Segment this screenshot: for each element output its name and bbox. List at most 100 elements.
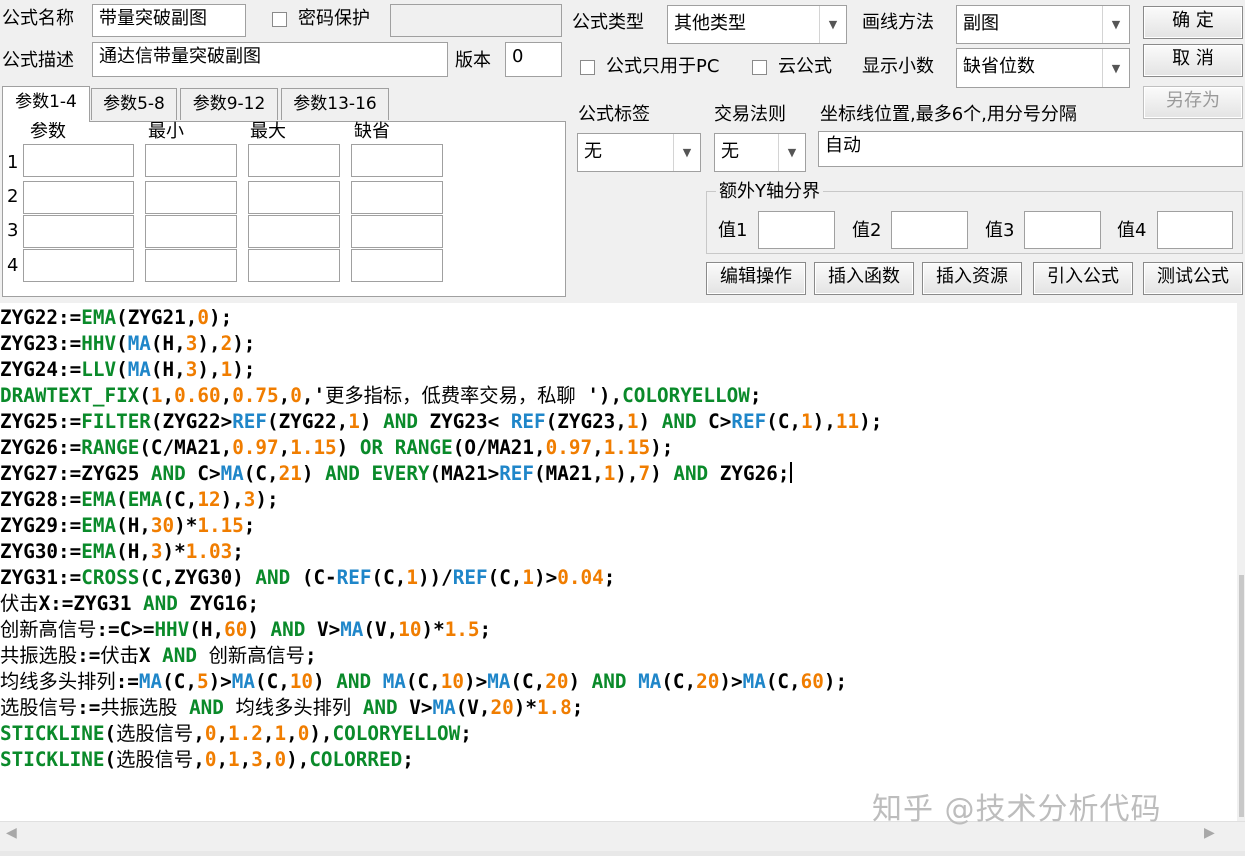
param-name-input[interactable]: [23, 215, 134, 248]
password-checkbox[interactable]: [272, 12, 287, 27]
param-default-input[interactable]: [351, 249, 443, 282]
scroll-left-icon[interactable]: ◀: [6, 825, 17, 841]
formula-tag-select[interactable]: 无 ▼: [577, 133, 701, 172]
vertical-scrollbar-thumb[interactable]: [1239, 575, 1244, 817]
param-header-name: 参数: [30, 121, 66, 142]
code-line: ZYG23:=HHV(MA(H,3),2);: [0, 332, 256, 355]
password-label: 密码保护: [298, 8, 370, 29]
y-value-2-label: 值2: [852, 220, 882, 241]
param-name-input[interactable]: [23, 144, 134, 177]
ok-button[interactable]: 确 定: [1143, 6, 1243, 39]
param-header-min: 最小: [148, 121, 184, 142]
param-max-input[interactable]: [248, 215, 340, 248]
cloud-formula-checkbox[interactable]: [752, 60, 767, 75]
insert-function-button[interactable]: 插入函数: [814, 262, 914, 295]
watermark: 知乎 @技术分析代码: [872, 792, 1162, 827]
formula-desc-label: 公式描述: [2, 50, 74, 71]
param-row-label: 3: [7, 220, 19, 241]
param-min-input[interactable]: [145, 249, 237, 282]
draw-method-value: 副图: [963, 13, 999, 34]
param-default-input[interactable]: [351, 215, 443, 248]
tab-params-1-4[interactable]: 参数1-4: [2, 86, 90, 122]
code-line: 选股信号:=共振选股 AND 均线多头排列 AND V>MA(V,20)*1.8…: [0, 696, 584, 719]
trade-rule-select[interactable]: 无 ▼: [714, 133, 806, 172]
param-min-input[interactable]: [145, 215, 237, 248]
formula-tag-label: 公式标签: [578, 104, 650, 125]
trade-rule-value: 无: [721, 141, 739, 162]
y-value-1-input[interactable]: [758, 211, 835, 249]
insert-resource-button[interactable]: 插入资源: [922, 262, 1022, 295]
pc-only-label: 公式只用于PC: [606, 56, 720, 77]
code-line: 共振选股:=伏击X AND 创新高信号;: [0, 644, 317, 667]
param-min-input[interactable]: [145, 181, 237, 214]
param-default-input[interactable]: [351, 181, 443, 214]
code-line: ZYG22:=EMA(ZYG21,0);: [0, 306, 233, 329]
chevron-down-icon[interactable]: ▼: [1102, 49, 1129, 87]
param-max-input[interactable]: [248, 249, 340, 282]
param-name-input[interactable]: [23, 249, 134, 282]
code-line: 创新高信号:=C>=HHV(H,60) AND V>MA(V,10)*1.5;: [0, 618, 492, 641]
window-bottom-edge: [0, 851, 1245, 856]
chevron-down-icon[interactable]: ▼: [778, 134, 805, 171]
text-caret: [790, 462, 793, 483]
code-line: ZYG29:=EMA(H,30)*1.15;: [0, 514, 256, 537]
formula-name-input[interactable]: 带量突破副图: [92, 4, 246, 37]
formula-desc-input[interactable]: 通达信带量突破副图: [92, 42, 448, 77]
code-line: ZYG25:=FILTER(ZYG22>REF(ZYG22,1) AND ZYG…: [0, 410, 883, 433]
param-default-input[interactable]: [351, 144, 443, 177]
code-line: 伏击X:=ZYG31 AND ZYG16;: [0, 592, 260, 615]
param-row-label: 1: [7, 152, 19, 173]
y-value-4-input[interactable]: [1157, 211, 1233, 249]
code-line: DRAWTEXT_FIX(1,0.60,0.75,0,'更多指标，低费率交易，私…: [0, 384, 762, 407]
decimals-label: 显示小数: [862, 56, 934, 77]
chevron-down-icon[interactable]: ▼: [819, 6, 846, 43]
code-line: 均线多头排列:=MA(C,5)>MA(C,10) AND MA(C,10)>MA…: [0, 670, 848, 693]
tab-params-13-16[interactable]: 参数13-16: [281, 88, 389, 120]
formula-tag-value: 无: [584, 141, 602, 162]
y-value-4-label: 值4: [1117, 220, 1147, 241]
param-row-label: 2: [7, 186, 19, 207]
password-input[interactable]: [390, 4, 562, 37]
param-row-label: 4: [7, 255, 19, 276]
test-formula-button[interactable]: 测试公式: [1143, 262, 1243, 295]
formula-type-value: 其他类型: [674, 13, 746, 34]
coord-line-label: 坐标线位置,最多6个,用分号分隔: [820, 104, 1077, 125]
code-line: ZYG24:=LLV(MA(H,3),1);: [0, 358, 256, 381]
version-input[interactable]: 0: [505, 42, 562, 77]
param-name-input[interactable]: [23, 181, 134, 214]
param-max-input[interactable]: [248, 181, 340, 214]
formula-type-label: 公式类型: [572, 12, 644, 33]
formula-type-select[interactable]: 其他类型 ▼: [667, 5, 847, 44]
version-label: 版本: [455, 50, 491, 71]
draw-method-label: 画线方法: [862, 12, 934, 33]
coord-line-input[interactable]: 自动: [818, 131, 1243, 167]
chevron-down-icon[interactable]: ▼: [1102, 6, 1129, 43]
code-content: ZYG22:=EMA(ZYG21,0); ZYG23:=HHV(MA(H,3),2…: [0, 305, 882, 773]
code-editor[interactable]: ZYG22:=EMA(ZYG21,0); ZYG23:=HHV(MA(H,3),2…: [0, 303, 1237, 821]
param-header-max: 最大: [250, 121, 286, 142]
edit-operations-button[interactable]: 编辑操作: [706, 262, 806, 295]
scroll-right-icon[interactable]: ▶: [1204, 825, 1215, 841]
y-value-3-label: 值3: [985, 220, 1015, 241]
code-line: ZYG26:=RANGE(C/MA21,0.97,1.15) OR RANGE(…: [0, 436, 674, 459]
trade-rule-label: 交易法则: [714, 104, 786, 125]
param-max-input[interactable]: [248, 144, 340, 177]
draw-method-select[interactable]: 副图 ▼: [956, 5, 1130, 44]
decimals-value: 缺省位数: [963, 56, 1035, 77]
code-line: ZYG31:=CROSS(C,ZYG30) AND (C-REF(C,1))/R…: [0, 566, 616, 589]
code-line: ZYG30:=EMA(H,3)*1.03;: [0, 540, 244, 563]
param-header-default: 缺省: [354, 121, 390, 142]
tab-params-9-12[interactable]: 参数9-12: [180, 88, 278, 120]
tab-params-5-8[interactable]: 参数5-8: [91, 88, 177, 120]
import-formula-button[interactable]: 引入公式: [1033, 262, 1133, 295]
chevron-down-icon[interactable]: ▼: [673, 134, 700, 171]
decimals-select[interactable]: 缺省位数 ▼: [956, 48, 1130, 88]
save-as-button[interactable]: 另存为: [1143, 86, 1243, 119]
extra-y-axis-label: 额外Y轴分界: [716, 181, 823, 203]
cancel-button[interactable]: 取 消: [1143, 44, 1243, 77]
y-value-2-input[interactable]: [891, 211, 968, 249]
param-min-input[interactable]: [145, 144, 237, 177]
code-line: STICKLINE(选股信号,0,1.2,1,0),COLORYELLOW;: [0, 722, 472, 745]
y-value-3-input[interactable]: [1024, 211, 1101, 249]
pc-only-checkbox[interactable]: [580, 60, 595, 75]
